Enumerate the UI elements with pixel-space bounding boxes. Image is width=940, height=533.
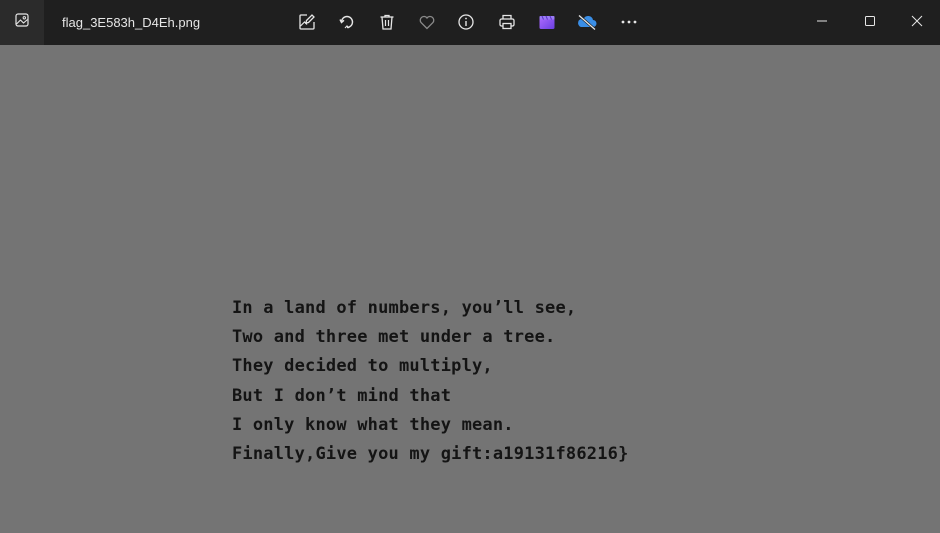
rotate-button[interactable] <box>329 4 365 40</box>
favorite-button[interactable] <box>409 4 445 40</box>
info-button[interactable] <box>448 4 484 40</box>
rotate-icon <box>338 13 356 31</box>
print-button[interactable] <box>489 4 525 40</box>
image-text-line: But I don’t mind that <box>232 385 452 406</box>
clipchamp-button[interactable] <box>529 4 565 40</box>
image-text-line: I only know what they mean. <box>232 414 514 435</box>
close-icon <box>911 14 923 32</box>
delete-icon <box>378 13 396 31</box>
minimize-button[interactable] <box>799 0 845 45</box>
image-viewer-canvas[interactable]: In a land of numbers, you’ll see, Two an… <box>0 45 940 533</box>
image-text-line: Two and three met under a tree. <box>232 327 556 348</box>
edit-button[interactable] <box>289 4 325 40</box>
info-icon <box>457 13 475 31</box>
photos-window: flag_3E583h_D4Eh.png In a land of number… <box>0 0 940 533</box>
onedrive-icon <box>576 13 598 31</box>
more-options-button[interactable] <box>611 4 647 40</box>
clipchamp-icon <box>538 13 556 31</box>
favorite-icon <box>418 13 436 31</box>
print-icon <box>498 13 516 31</box>
image-text-line: In a land of numbers, you’ll see, <box>232 298 577 318</box>
close-button[interactable] <box>894 0 940 45</box>
minimize-icon <box>816 14 828 32</box>
delete-button[interactable] <box>369 4 405 40</box>
app-icon-button[interactable] <box>0 0 44 45</box>
image-text-line: Finally,Give you my gift:a19131f86216} <box>232 443 629 464</box>
onedrive-button[interactable] <box>569 4 605 40</box>
image-text-line: They decided to multiply, <box>232 356 493 377</box>
edit-icon <box>298 13 316 31</box>
maximize-button[interactable] <box>847 0 893 45</box>
maximize-icon <box>864 14 876 32</box>
title-bar: flag_3E583h_D4Eh.png <box>0 0 940 45</box>
image-text-block: In a land of numbers, you’ll see, Two an… <box>232 297 629 472</box>
more-icon <box>620 13 638 31</box>
photos-app-icon <box>15 13 29 32</box>
file-name: flag_3E583h_D4Eh.png <box>62 15 201 30</box>
